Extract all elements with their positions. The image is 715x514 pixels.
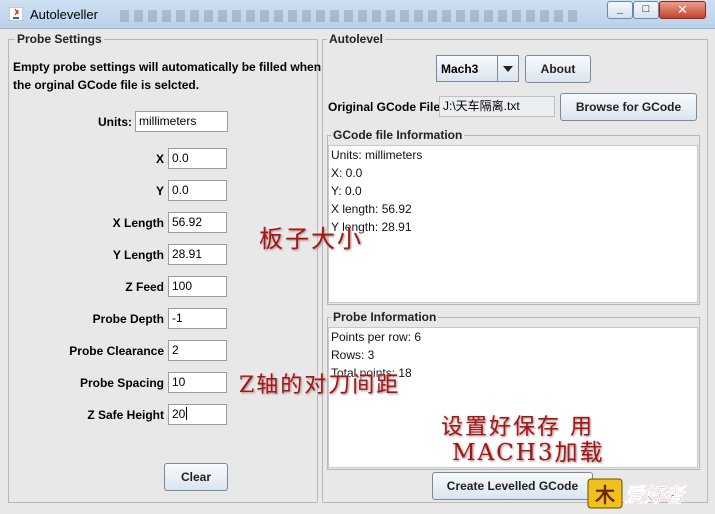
- create-levelled-gcode-button[interactable]: Create Levelled GCode: [432, 472, 593, 500]
- y-length-field[interactable]: 28.91: [168, 244, 227, 265]
- z-feed-field[interactable]: 100: [168, 276, 227, 297]
- watermark-logo: 木 爱好者: [587, 478, 687, 509]
- gcode-file-field[interactable]: J:\天车隔离.txt: [439, 96, 555, 117]
- clear-button[interactable]: Clear: [164, 463, 228, 491]
- gcode-file-label: Original GCode File: [328, 100, 441, 114]
- probe-settings-info: Empty probe settings will automatically …: [13, 60, 322, 92]
- gcode-info-line: X length: 56.92: [331, 202, 412, 216]
- probe-info-line: Rows: 3: [331, 348, 375, 362]
- logo-text: 爱好者: [624, 483, 687, 507]
- probe-settings-title: Probe Settings: [15, 32, 104, 46]
- blurred-background-text: [120, 10, 580, 22]
- probe-info-title: Probe Information: [331, 310, 439, 324]
- gcode-info-title: GCode file Information: [331, 128, 465, 142]
- z-feed-label: Z Feed: [125, 280, 164, 294]
- browse-gcode-button[interactable]: Browse for GCode: [560, 93, 697, 121]
- maximize-icon: □: [642, 3, 650, 15]
- z-safe-height-label: Z Safe Height: [87, 408, 164, 422]
- y-field[interactable]: 0.0: [168, 180, 227, 201]
- y-length-label: Y Length: [112, 248, 164, 262]
- x-field[interactable]: 0.0: [168, 148, 227, 169]
- svg-text:木: 木: [594, 483, 616, 507]
- x-label: X: [155, 152, 164, 166]
- z-safe-height-field[interactable]: 20: [168, 404, 227, 425]
- window-title: Autoleveller: [30, 7, 98, 22]
- x-length-field[interactable]: 56.92: [168, 212, 227, 233]
- close-button[interactable]: ✕: [659, 1, 706, 19]
- java-app-icon: [9, 7, 23, 21]
- controller-select[interactable]: Mach3: [436, 55, 519, 82]
- annotation-board-size: 板子大小: [259, 225, 363, 253]
- probe-clearance-label: Probe Clearance: [69, 344, 164, 358]
- gcode-info-text: Units: millimeters X: 0.0 Y: 0.0 X lengt…: [328, 145, 698, 303]
- gcode-info-line: Y: 0.0: [331, 184, 362, 198]
- about-button[interactable]: About: [525, 55, 591, 83]
- minimize-button[interactable]: _: [607, 1, 633, 19]
- probe-depth-label: Probe Depth: [92, 312, 164, 326]
- probe-info-line: Points per row: 6: [331, 330, 422, 344]
- probe-clearance-field[interactable]: 2: [168, 340, 227, 361]
- chevron-down-icon[interactable]: [497, 56, 518, 81]
- gcode-info-line: X: 0.0: [331, 166, 363, 180]
- gcode-info-line: Y length: 28.91: [331, 220, 412, 234]
- minimize-icon: _: [616, 3, 624, 15]
- probe-spacing-label: Probe Spacing: [79, 376, 164, 390]
- probe-spacing-field[interactable]: 10: [168, 372, 227, 393]
- gcode-info-line: Units: millimeters: [331, 148, 423, 162]
- maximize-button[interactable]: □: [633, 1, 659, 19]
- units-field[interactable]: millimeters: [135, 111, 228, 132]
- close-icon: ✕: [677, 2, 688, 17]
- annotation-mach3: MACH3加载: [452, 440, 605, 466]
- controller-select-value: Mach3: [441, 62, 479, 76]
- title-bar: Autoleveller _ □ ✕: [0, 0, 715, 29]
- y-label: Y: [155, 184, 164, 198]
- x-length-label: X Length: [112, 216, 164, 230]
- probe-depth-field[interactable]: -1: [168, 308, 227, 329]
- probe-settings-panel: Probe Settings: [8, 32, 318, 503]
- autolevel-title: Autolevel: [327, 32, 386, 46]
- annotation-z-axis: Z轴的对刀间距: [239, 373, 401, 398]
- units-label: Units:: [98, 115, 132, 129]
